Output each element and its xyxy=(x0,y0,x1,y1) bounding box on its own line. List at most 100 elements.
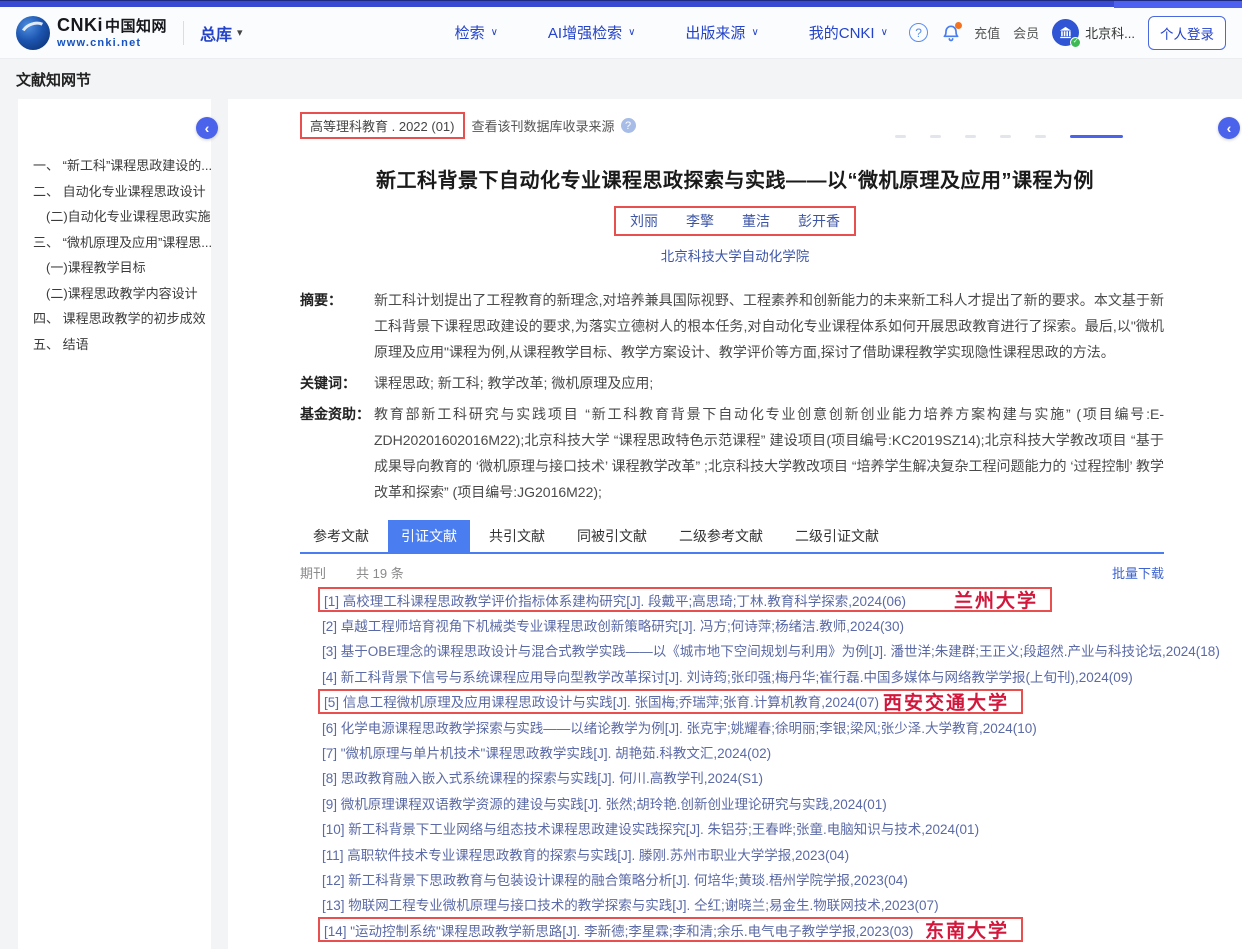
article-meta: 摘要： 新工科计划提出了工程教育的新理念,对培养兼具国际视野、工程素养和创新能力… xyxy=(300,287,1164,505)
notification-bell-icon[interactable] xyxy=(941,23,961,43)
page-title: 文献知网节 xyxy=(16,69,91,90)
citation-item[interactable]: [8] 思政教育融入嵌入式系统课程的探索与实践[J]. 何川.高教学刊,2024… xyxy=(318,765,1242,790)
citation-text: [4] 新工科背景下信号与系统课程应用导向型教学改革探讨[J]. 刘诗筠;张印强… xyxy=(322,666,1133,686)
citation-item[interactable]: [11] 高职软件技术专业课程思政教育的探索与实践[J]. 滕刚.苏州市职业大学… xyxy=(318,841,1242,866)
citation-text: [14] "运动控制系统"课程思政教学新思路[J]. 李新德;李星霖;李和清;余… xyxy=(324,920,913,940)
citation-item[interactable]: [4] 新工科背景下信号与系统课程应用导向型教学改革探讨[J]. 刘诗筠;张印强… xyxy=(318,663,1242,688)
breadcrumb-band: 文献知网节 xyxy=(0,59,1242,99)
university-annotation: 兰州大学 xyxy=(954,586,1038,613)
verified-check-icon: ✓ xyxy=(1070,37,1081,48)
citation-item[interactable]: [3] 基于OBE理念的课程思政设计与混合式教学实践——以《城市地下空间规划与利… xyxy=(318,638,1242,663)
citation-item[interactable]: [2] 卓越工程师培育视角下机械类专业课程思政创新策略研究[J]. 冯方;何诗萍… xyxy=(318,612,1242,637)
chevron-down-icon: ∨ xyxy=(491,27,498,38)
citation-item[interactable]: [7] "微机原理与单片机技术"课程思政教学实践[J]. 胡艳茹.科教文汇,20… xyxy=(318,739,1242,764)
cnki-logo[interactable]: CNKi中国知网 www.cnki.net xyxy=(16,16,167,50)
outline-item[interactable]: (二)课程思政教学内容设计 xyxy=(18,281,211,307)
citation-item[interactable]: [1] 高校理工科课程思政教学评价指标体系建构研究[J]. 段戴平;高思琦;丁林… xyxy=(318,587,1052,612)
author-link[interactable]: 李擎 xyxy=(686,211,714,231)
primary-nav: 检索∨ AI增强检索∨ 出版来源∨ 我的CNKI∨ xyxy=(455,22,888,43)
list-meta-row: 期刊 共 19 条 批量下载 xyxy=(300,563,1164,582)
nav-item[interactable]: AI增强检索∨ xyxy=(548,22,636,43)
tab-共引文献[interactable]: 共引文献 xyxy=(476,520,558,552)
member-link[interactable]: 会员 xyxy=(1013,23,1039,42)
keywords-label: 关键词： xyxy=(300,370,374,396)
authors-highlighted-box: 刘丽 李擎 董洁 彭开香 xyxy=(614,206,856,236)
outline-item[interactable]: 四、 课程思政教学的初步成效 xyxy=(18,306,211,332)
citation-text: [6] 化学电源课程思政教学探索与实践——以绪论教学为例[J]. 张克宇;姚耀春… xyxy=(322,717,1037,737)
citation-item[interactable]: [14] "运动控制系统"课程思政教学新思路[J]. 李新德;李星霖;李和清;余… xyxy=(318,917,1023,942)
abstract-row: 摘要： 新工科计划提出了工程教育的新理念,对培养兼具国际视野、工程素养和创新能力… xyxy=(300,287,1164,365)
university-annotation: 西安交通大学 xyxy=(883,688,1009,715)
author-link[interactable]: 彭开香 xyxy=(798,211,840,231)
outline-item[interactable]: 三、 “微机原理及应用”课程思... xyxy=(18,230,211,256)
org-name: 北京科... xyxy=(1085,23,1135,42)
list-type-label[interactable]: 期刊 xyxy=(300,563,326,582)
abstract-label: 摘要： xyxy=(300,287,374,365)
journal-db-source-link[interactable]: 查看该刊数据库收录来源 xyxy=(472,116,615,135)
citation-text: [1] 高校理工科课程思政教学评价指标体系建构研究[J]. 段戴平;高思琦;丁林… xyxy=(324,590,906,610)
outline-item[interactable]: 五、 结语 xyxy=(18,332,211,358)
authors-row: 刘丽 李擎 董洁 彭开香 xyxy=(228,206,1242,236)
placeholder-dashes xyxy=(871,135,1123,138)
outline-item[interactable]: (一)课程教学目标 xyxy=(18,255,211,281)
article-title: 新工科背景下自动化专业课程思政探索与实践——以“微机原理及应用”课程为例 xyxy=(288,164,1182,193)
recharge-link[interactable]: 充值 xyxy=(974,23,1000,42)
affiliation-link[interactable]: 北京科技大学自动化学院 xyxy=(228,245,1242,265)
caret-down-icon: ▾ xyxy=(237,26,243,39)
citation-item[interactable]: [15] 任务驱动中"两坚持、 一结合"的课堂思政育人探索——以塑料模具设计与制… xyxy=(318,942,1242,949)
tab-同被引文献[interactable]: 同被引文献 xyxy=(564,520,660,552)
citation-text: [8] 思政教育融入嵌入式系统课程的探索与实践[J]. 何川.高教学刊,2024… xyxy=(322,767,763,787)
library-label: 总库 xyxy=(200,21,232,45)
abstract-text: 新工科计划提出了工程教育的新理念,对培养兼具国际视野、工程素养和创新能力的未来新… xyxy=(374,287,1164,365)
funding-label: 基金资助： xyxy=(300,401,374,505)
library-dropdown[interactable]: 总库 ▾ xyxy=(200,21,243,45)
tab-参考文献[interactable]: 参考文献 xyxy=(300,520,382,552)
citation-text: [15] 任务驱动中"两坚持、 一结合"的课堂思政育人探索——以塑料模具设计与制… xyxy=(322,945,1133,949)
sidebar-collapse-button[interactable]: ‹ xyxy=(196,117,218,139)
citation-item[interactable]: [5] 信息工程微机原理及应用课程思政设计与实践[J]. 张国梅;乔瑞萍;张育.… xyxy=(318,689,1023,714)
citation-text: [2] 卓越工程师培育视角下机械类专业课程思政创新策略研究[J]. 冯方;何诗萍… xyxy=(322,615,904,635)
citation-item[interactable]: [12] 新工科背景下思政教育与包装设计课程的融合策略分析[J]. 何培华;黄琰… xyxy=(318,866,1242,891)
tab-二级参考文献[interactable]: 二级参考文献 xyxy=(666,520,776,552)
author-link[interactable]: 董洁 xyxy=(742,211,770,231)
tab-引证文献[interactable]: 引证文献 xyxy=(388,520,470,552)
citation-text: [5] 信息工程微机原理及应用课程思政设计与实践[J]. 张国梅;乔瑞萍;张育.… xyxy=(324,691,879,711)
cnki-globe-icon xyxy=(16,16,50,50)
chevron-down-icon: ∨ xyxy=(751,27,758,38)
citation-item[interactable]: [10] 新工科背景下工业网络与组态技术课程思政建设实践探究[J]. 朱铝芬;王… xyxy=(318,816,1242,841)
chevron-down-icon: ∨ xyxy=(628,27,635,38)
list-count: 共 19 条 xyxy=(356,563,404,582)
citation-text: [12] 新工科背景下思政教育与包装设计课程的融合策略分析[J]. 何培华;黄琰… xyxy=(322,869,908,889)
logo-wordmark: CNKi中国知网 xyxy=(57,16,167,35)
batch-download-link[interactable]: 批量下载 xyxy=(1112,563,1164,582)
citation-item[interactable]: [6] 化学电源课程思政教学探索与实践——以绪论教学为例[J]. 张克宇;姚耀春… xyxy=(318,714,1242,739)
right-panel-collapse-button[interactable]: ‹ xyxy=(1218,117,1240,139)
university-annotation: 东南大学 xyxy=(925,916,1009,943)
journal-source-highlighted[interactable]: 高等理科教育 . 2022 (01) xyxy=(300,112,465,139)
outline-item[interactable]: 二、 自动化专业课程思政设计 xyxy=(18,179,211,205)
tab-二级引证文献[interactable]: 二级引证文献 xyxy=(782,520,892,552)
org-account[interactable]: ✓ 北京科... xyxy=(1052,19,1135,46)
funding-row: 基金资助： 教育部新工科研究与实践项目 “新工科教育背景下自动化专业创意创新创业… xyxy=(300,401,1164,505)
help-icon[interactable]: ? xyxy=(909,23,928,42)
citation-text: [9] 微机原理课程双语教学资源的建设与实践[J]. 张然;胡玲艳.创新创业理论… xyxy=(322,793,887,813)
nav-item[interactable]: 检索∨ xyxy=(455,22,498,43)
citation-list: [1] 高校理工科课程思政教学评价指标体系建构研究[J]. 段戴平;高思琦;丁林… xyxy=(318,587,1242,949)
logo-url: www.cnki.net xyxy=(57,38,167,49)
nav-item[interactable]: 出版来源∨ xyxy=(685,22,758,43)
top-strip-highlight xyxy=(1114,1,1242,8)
personal-login-button[interactable]: 个人登录 xyxy=(1148,16,1226,50)
outline-item[interactable]: (二)自动化专业课程思政实施... xyxy=(18,204,211,230)
funding-text: 教育部新工科研究与实践项目 “新工科教育背景下自动化专业创意创新创业能力培养方案… xyxy=(374,401,1164,505)
journal-help-icon[interactable]: ? xyxy=(621,118,636,133)
citation-item[interactable]: [13] 物联网工程专业微机原理与接口技术的教学探索与实践[J]. 仝红;谢晓兰… xyxy=(318,892,1242,917)
chevron-down-icon: ∨ xyxy=(881,27,888,38)
keywords-text[interactable]: 课程思政; 新工科; 教学改革; 微机原理及应用; xyxy=(374,370,1164,396)
outline-item[interactable]: 一、 “新工科”课程思政建设的... xyxy=(18,153,211,179)
nav-item[interactable]: 我的CNKI∨ xyxy=(809,22,888,43)
outline-sidebar: 一、 “新工科”课程思政建设的...二、 自动化专业课程思政设计(二)自动化专业… xyxy=(18,99,211,949)
citation-item[interactable]: [9] 微机原理课程双语教学资源的建设与实践[J]. 张然;胡玲艳.创新创业理论… xyxy=(318,790,1242,815)
author-link[interactable]: 刘丽 xyxy=(630,211,658,231)
citation-tabs: 参考文献引证文献共引文献同被引文献二级参考文献二级引证文献 xyxy=(300,520,1164,554)
page-body: 一、 “新工科”课程思政建设的...二、 自动化专业课程思政设计(二)自动化专业… xyxy=(0,99,1242,949)
